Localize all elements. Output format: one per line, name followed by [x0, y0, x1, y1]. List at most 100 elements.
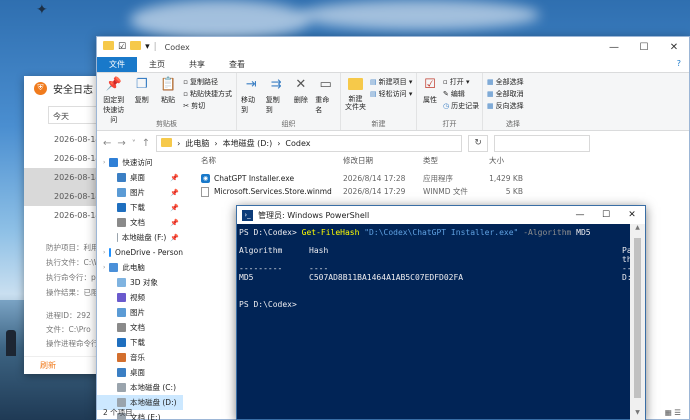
chevron-down-icon[interactable]: ˅ [132, 139, 136, 148]
column-type[interactable]: 类型 [423, 155, 438, 166]
sidebar-item-label: 下载 [130, 203, 145, 212]
ribbon-group-clipboard: 📌 固定到快速访问 ❐ 复制 📋 粘贴 ▫ 复制路径 ▫ 粘贴快捷方式 ✂ 剪切 剪贴板 [97, 73, 237, 130]
scrollbar-thumb[interactable] [634, 238, 641, 398]
sidebar-item[interactable]: › 快速访问 [97, 155, 183, 170]
sidebar-item[interactable]: 本地磁盘 (C:) [97, 380, 183, 395]
sidebar-item-label: 快速访问 [122, 158, 153, 167]
console-output[interactable]: PS D:\Codex> Get-FileHash "D:\Codex\Chat… [237, 224, 632, 420]
minimize-button[interactable]: — [567, 206, 593, 224]
search-input[interactable] [494, 134, 591, 152]
close-button[interactable]: ✕ [659, 37, 689, 57]
sidebar-item[interactable]: 桌面 📌 [97, 170, 183, 185]
view-toggle-icon[interactable]: ▦ ☰ [665, 408, 681, 417]
select-all-button[interactable]: ▦ 全部选择 [487, 76, 524, 87]
properties-icon[interactable]: ☑ [118, 42, 126, 52]
command-line: PS D:\Codex> Get-FileHash "D:\Codex\Chat… [239, 228, 591, 237]
new-item-button[interactable]: ▤ 新建项目 ▾ [370, 76, 412, 87]
chevron-right-icon[interactable]: › [103, 249, 105, 256]
shield-icon: ⛨ [34, 81, 47, 95]
pin-icon: 📌 [170, 218, 179, 227]
history-button[interactable]: ◷ 历史记录 [443, 100, 479, 111]
open-button[interactable]: ▫ 打开 ▾ [443, 76, 479, 87]
help-icon[interactable]: ? [669, 57, 689, 72]
powershell-icon: ›_ [242, 209, 253, 221]
copy-path-button[interactable]: ▫ 复制路径 [183, 76, 232, 87]
easy-access-button[interactable]: ▤ 轻松访问 ▾ [370, 88, 412, 99]
delete-icon: ✕ [295, 76, 307, 92]
sidebar-item-label: OneDrive - Person [115, 248, 183, 257]
tab-file[interactable]: 文件 [97, 57, 137, 72]
chevron-down-icon[interactable]: ▾ [145, 42, 150, 52]
parameter-value: MD5 [571, 228, 591, 237]
cut-button[interactable]: ✂ 剪切 [183, 100, 232, 111]
address-bar[interactable]: › 此电脑 › 本地磁盘 (D:) › Codex [156, 134, 463, 152]
sidebar-item-label: 本地磁盘 (F:) [121, 233, 167, 242]
column-date[interactable]: 修改日期 [343, 155, 373, 166]
navigation-pane: › 快速访问 桌面 📌 图片 📌 下载 📌 文档 📌 本地磁盘 (F:) 📌 › OneDriv… [97, 155, 183, 420]
scroll-down-icon[interactable]: ▼ [630, 409, 645, 420]
new-folder-icon [347, 75, 365, 93]
group-label: 选择 [506, 120, 520, 128]
chevron-right-icon[interactable]: › [103, 264, 105, 271]
history-icon: ◷ [443, 101, 450, 110]
minimize-button[interactable]: — [599, 37, 629, 57]
refresh-icon[interactable]: ↻ [468, 134, 489, 152]
scrollbar[interactable]: ▲ ▼ [630, 224, 645, 420]
sidebar-item[interactable]: 本地磁盘 (F:) 📌 [97, 230, 183, 245]
group-label: 剪贴板 [156, 120, 177, 128]
sidebar-item[interactable]: 文档 📌 [97, 215, 183, 230]
tab-share[interactable]: 共享 [177, 57, 217, 72]
sidebar-item-icon [117, 308, 126, 317]
invert-selection-button[interactable]: ▦ 反向选择 [487, 100, 524, 111]
maximize-button[interactable]: ☐ [629, 37, 659, 57]
breadcrumb-drive-d[interactable]: 本地磁盘 (D:) [223, 138, 273, 149]
sidebar-item[interactable]: 图片 📌 [97, 185, 183, 200]
tab-view[interactable]: 查看 [217, 57, 257, 72]
sidebar-item-icon [117, 188, 126, 197]
sidebar-item-label: 下载 [130, 338, 145, 347]
group-label: 打开 [442, 120, 457, 128]
sidebar-item[interactable]: 音乐 [97, 350, 183, 365]
scroll-up-icon[interactable]: ▲ [630, 224, 645, 236]
sidebar-item-icon [117, 353, 126, 362]
item-count: 2 个项目 [103, 407, 133, 417]
chevron-right-icon[interactable]: › [103, 159, 105, 166]
sidebar-item[interactable]: 图片 [97, 305, 183, 320]
column-name[interactable]: 名称 [201, 155, 216, 166]
select-none-button[interactable]: ▦ 全部取消 [487, 88, 524, 99]
new-folder-icon[interactable] [130, 41, 142, 53]
tab-home[interactable]: 主页 [137, 57, 177, 72]
sidebar-item-label: 图片 [130, 308, 145, 317]
sidebar-item[interactable]: 桌面 [97, 365, 183, 380]
up-arrow-icon[interactable]: ↑ [142, 138, 150, 149]
pin-icon: 📌 [170, 188, 179, 197]
back-arrow-icon[interactable]: ← [103, 138, 111, 149]
parameter: -Algorithm [518, 228, 572, 237]
wallpaper-cloud [130, 0, 310, 40]
sidebar-item[interactable]: 下载 [97, 335, 183, 350]
forward-arrow-icon[interactable]: → [117, 138, 125, 149]
sidebar-item[interactable]: › 此电脑 [97, 260, 183, 275]
close-button[interactable]: ✕ [619, 206, 645, 224]
breadcrumb-codex[interactable]: Codex [285, 139, 310, 148]
pin-icon: 📌 [170, 233, 179, 242]
wallpaper-bird: ✦ [36, 2, 48, 18]
separator: | [153, 42, 157, 52]
edit-button[interactable]: ✎ 编辑 [443, 88, 479, 99]
scissors-icon: ✂ [183, 101, 190, 110]
sidebar-item-icon [117, 368, 126, 377]
paste-shortcut-button[interactable]: ▫ 粘贴快捷方式 [183, 88, 232, 99]
file-row[interactable]: ◉ ChatGPT Installer.exe 2026/8/14 17:28 … [201, 172, 531, 185]
file-list-header: 名称 修改日期 类型 大小 [201, 155, 531, 169]
column-size[interactable]: 大小 [489, 155, 504, 166]
pin-icon: 📌 [105, 76, 122, 92]
sidebar-item[interactable]: › OneDrive - Person [97, 245, 183, 260]
maximize-button[interactable]: ☐ [593, 206, 619, 224]
sidebar-item[interactable]: 视频 [97, 290, 183, 305]
breadcrumb-this-pc[interactable]: 此电脑 [185, 138, 209, 149]
sidebar-item[interactable]: 3D 对象 [97, 275, 183, 290]
sidebar-item-label: 图片 [130, 188, 145, 197]
file-row[interactable]: Microsoft.Services.Store.winmd 2026/8/14… [201, 185, 531, 198]
sidebar-item[interactable]: 下载 📌 [97, 200, 183, 215]
sidebar-item[interactable]: 文档 [97, 320, 183, 335]
